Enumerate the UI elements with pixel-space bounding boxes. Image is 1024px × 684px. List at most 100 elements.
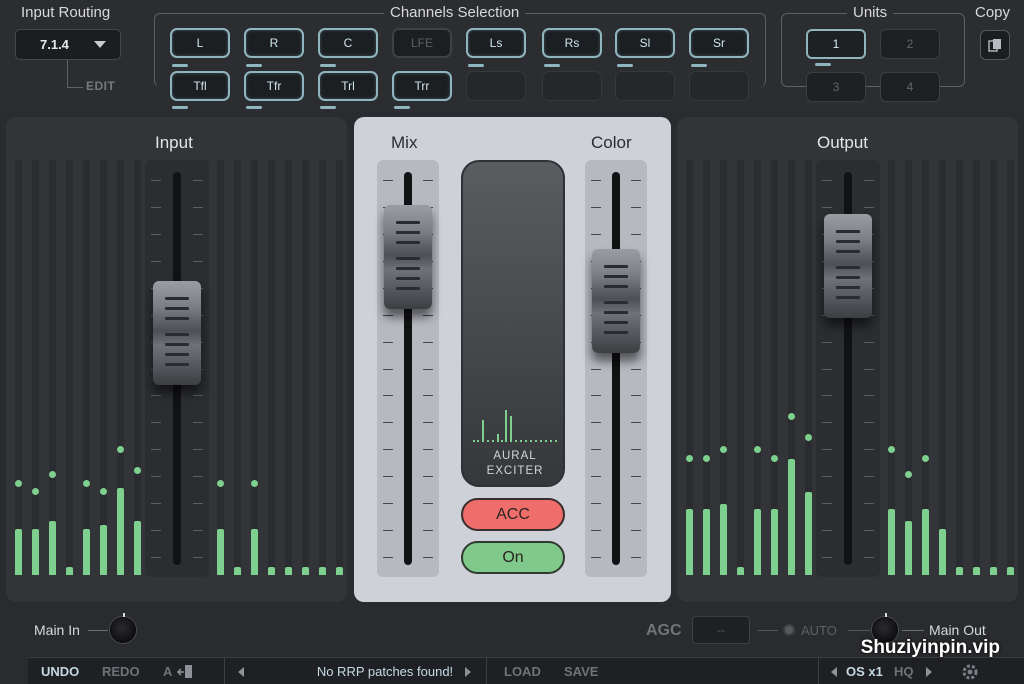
meter-track: [1007, 160, 1014, 575]
meter-track: [990, 160, 997, 575]
copy-title: Copy: [975, 4, 1011, 21]
fader-tick: [591, 449, 601, 451]
color-fader-slot[interactable]: [585, 160, 647, 577]
main-out-line: [848, 630, 870, 631]
channel-button-sr[interactable]: Sr: [689, 28, 749, 58]
fader-tick: [423, 314, 433, 316]
output-fader-handle[interactable]: [824, 213, 872, 318]
channel-button-ls[interactable]: Ls: [466, 28, 526, 58]
meter-peak: [703, 455, 710, 462]
fader-tick: [822, 557, 832, 558]
gear-icon[interactable]: [960, 662, 980, 682]
handle-groove: [396, 287, 420, 291]
meter-bar: [217, 529, 224, 575]
ab-copy-icon[interactable]: [176, 664, 194, 680]
fader-tick: [864, 368, 874, 370]
fader-tick: [423, 422, 433, 424]
channel-button-trl[interactable]: Trl: [318, 71, 378, 101]
meter-bar: [973, 567, 980, 575]
unit-button-3[interactable]: 3: [806, 72, 866, 102]
channel-indicator: [172, 64, 188, 67]
handle-groove: [396, 241, 420, 245]
meter-track: [319, 160, 326, 575]
load-button[interactable]: LOAD: [504, 664, 541, 679]
color-fader-handle[interactable]: [592, 249, 640, 354]
acc-button[interactable]: ACC: [461, 498, 565, 531]
meter-bar: [32, 529, 39, 575]
fader-tick: [151, 395, 161, 397]
os-prev-icon[interactable]: [831, 667, 837, 677]
channel-button-tfr[interactable]: Tfr: [244, 71, 304, 101]
channel-button-trr[interactable]: Trr: [392, 71, 452, 101]
input-fader-handle[interactable]: [153, 281, 201, 386]
redo-button[interactable]: REDO: [102, 664, 140, 679]
meter-bar: [268, 567, 275, 575]
channel-button-sl[interactable]: Sl: [615, 28, 675, 58]
unit-button-4[interactable]: 4: [880, 72, 940, 102]
fader-tick: [383, 395, 393, 397]
main-out-line-2: [902, 630, 924, 631]
meter-peak: [32, 488, 39, 495]
fader-tick: [151, 206, 161, 208]
fader-tick: [151, 476, 161, 478]
os-next-icon[interactable]: [926, 667, 932, 677]
fader-tick: [822, 206, 832, 208]
channel-button-lfe[interactable]: LFE: [392, 28, 452, 58]
handle-groove: [836, 239, 860, 243]
meter-bar: [771, 509, 778, 575]
meter-bar: [319, 567, 326, 575]
auto-label[interactable]: AUTO: [801, 623, 837, 638]
meter-bar: [703, 509, 710, 575]
meter-track: [49, 160, 56, 575]
handle-groove: [604, 285, 628, 289]
mix-fader-handle[interactable]: [384, 205, 432, 310]
channel-indicator: [617, 64, 633, 67]
main-in-knob[interactable]: [110, 613, 136, 643]
channel-button-tfl[interactable]: Tfl: [170, 71, 230, 101]
agc-value-field[interactable]: --: [692, 616, 750, 644]
fader-tick: [423, 557, 433, 558]
fader-tick: [151, 180, 161, 181]
meter-peak: [720, 446, 727, 453]
fader-tick: [423, 341, 433, 343]
patch-name[interactable]: No RRP patches found!: [280, 664, 490, 679]
channels-title: Channels Selection: [384, 4, 526, 21]
fader-tick: [423, 503, 433, 505]
oversampling-value[interactable]: OS x1: [846, 664, 883, 679]
fader-tick: [193, 557, 203, 558]
main-in-label: Main In: [34, 622, 80, 638]
prev-patch-icon[interactable]: [238, 667, 244, 677]
channel-button-rs[interactable]: Rs: [542, 28, 602, 58]
copy-button[interactable]: [980, 30, 1010, 60]
unit-button-1[interactable]: 1: [806, 29, 866, 59]
channel-button-l[interactable]: L: [170, 28, 230, 58]
channel-slot-empty: [542, 71, 602, 101]
channel-button-r[interactable]: R: [244, 28, 304, 58]
meter-track: [285, 160, 292, 575]
input-routing-dropdown[interactable]: 7.1.4: [15, 29, 121, 60]
fader-tick: [822, 422, 832, 424]
ab-button[interactable]: A: [163, 664, 172, 679]
meter-bar: [788, 459, 795, 575]
meter-bar: [754, 509, 761, 575]
input-fader-slot[interactable]: [145, 160, 209, 577]
meter-peak: [754, 446, 761, 453]
undo-button[interactable]: UNDO: [41, 664, 79, 679]
auto-led-icon[interactable]: [783, 624, 795, 636]
fader-tick: [151, 260, 161, 262]
save-button[interactable]: SAVE: [564, 664, 598, 679]
mix-fader-slot[interactable]: [377, 160, 439, 577]
fader-tick: [822, 530, 832, 532]
meter-bar: [134, 521, 141, 575]
hq-button[interactable]: HQ: [894, 664, 914, 679]
on-button[interactable]: On: [461, 541, 565, 574]
output-fader-slot[interactable]: [816, 160, 880, 577]
fader-tick: [591, 530, 601, 532]
meter-peak: [905, 471, 912, 478]
unit-button-2[interactable]: 2: [880, 29, 940, 59]
next-patch-icon[interactable]: [465, 667, 471, 677]
handle-groove: [604, 311, 628, 315]
fader-tick: [864, 449, 874, 451]
edit-button[interactable]: EDIT: [86, 79, 115, 93]
channel-button-c[interactable]: C: [318, 28, 378, 58]
